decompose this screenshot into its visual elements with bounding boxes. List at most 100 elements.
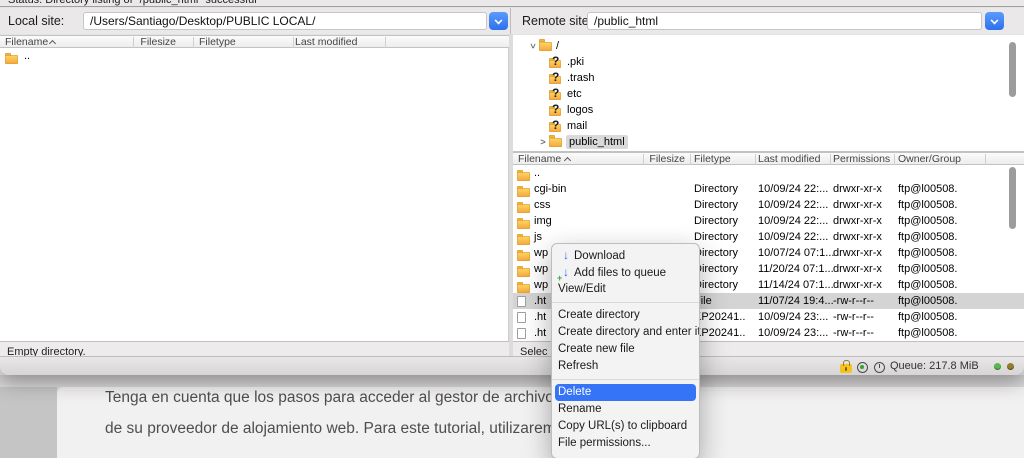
menu-separator xyxy=(552,302,699,303)
folder-icon xyxy=(549,76,561,84)
menu-item-label: Copy URL(s) to clipboard xyxy=(558,420,687,432)
tree-item-label: / xyxy=(556,39,559,53)
cell-filetype: KP20241.. xyxy=(694,309,745,325)
folder-row-..[interactable]: .. xyxy=(513,165,1024,181)
menu-item-label: Rename xyxy=(558,403,601,415)
folder-row-css[interactable]: cssDirectory10/09/24 22:...drwxr-xr-xftp… xyxy=(513,197,1024,213)
cell-modified: 10/09/24 22:... xyxy=(758,197,828,213)
tree-item-.trash[interactable]: >.trash xyxy=(513,70,1024,86)
cell-name: css xyxy=(534,197,551,213)
menu-item-file-permissions[interactable]: File permissions... xyxy=(552,435,699,452)
folder-row-img[interactable]: imgDirectory10/09/24 22:...drwxr-xr-xftp… xyxy=(513,213,1024,229)
chevron-right-icon[interactable]: > xyxy=(537,137,549,147)
cell-permissions: -rw-r--r-- xyxy=(833,293,874,309)
cell-name: .. xyxy=(534,165,540,181)
cell-modified: 10/07/24 07:1... xyxy=(758,245,834,261)
speed-limit-icon[interactable] xyxy=(874,362,885,373)
folder-question-icon xyxy=(549,104,563,116)
menu-item-label: Create directory xyxy=(558,309,640,321)
status-indicator-olive xyxy=(1007,363,1014,370)
chevron-down-icon xyxy=(494,16,502,24)
folder-icon xyxy=(549,60,561,68)
folder-icon xyxy=(517,268,530,277)
folder-icon xyxy=(517,220,530,229)
folder-row-..[interactable]: .. xyxy=(0,48,508,64)
folder-icon xyxy=(539,42,552,51)
cell-owner: ftp@l00508. xyxy=(898,325,958,341)
tree-item-etc[interactable]: >etc xyxy=(513,86,1024,102)
tree-item-/[interactable]: >/ xyxy=(513,38,1024,54)
cell-filetype: Directory xyxy=(694,181,738,197)
cell-owner: ftp@l00508. xyxy=(898,309,958,325)
lock-icon[interactable] xyxy=(840,364,852,373)
cell-modified: 10/09/24 22:... xyxy=(758,181,828,197)
tree-item-label: logos xyxy=(567,103,593,117)
file-icon xyxy=(517,296,526,307)
chevron-down-icon[interactable]: > xyxy=(528,40,538,52)
tree-item-public_html[interactable]: >public_html xyxy=(513,134,1024,150)
menu-item-refresh[interactable]: Refresh xyxy=(552,358,699,375)
sync-icon[interactable] xyxy=(857,362,868,373)
menu-item-rename[interactable]: Rename xyxy=(552,401,699,418)
menu-item-add-files-to-queue[interactable]: ↓+Add files to queue xyxy=(552,264,699,281)
sort-ascending-icon xyxy=(49,40,56,47)
cell-permissions: drwxr-xr-x xyxy=(833,213,882,229)
webpage-margin-block xyxy=(0,387,57,458)
download-icon: ↓ xyxy=(558,247,574,264)
remote-site-input[interactable]: /public_html xyxy=(587,12,982,30)
menu-item-create-directory-and-enter-it[interactable]: Create directory and enter it xyxy=(552,324,699,341)
cell-owner: ftp@l00508. xyxy=(898,261,958,277)
menu-item-copy-url-s-to-clipboard[interactable]: Copy URL(s) to clipboard xyxy=(552,418,699,435)
cell-filetype: KP20241.. xyxy=(694,325,745,341)
menu-item-delete[interactable]: Delete xyxy=(555,384,696,401)
toolbar-divider xyxy=(510,8,511,34)
cell-modified: 11/14/24 07:1... xyxy=(758,277,834,293)
menu-item-download[interactable]: ↓Download xyxy=(552,247,699,264)
menu-item-label: File permissions... xyxy=(558,437,651,449)
folder-icon xyxy=(549,138,562,147)
tree-item-label: .trash xyxy=(567,71,595,85)
menu-item-label: Refresh xyxy=(558,360,598,372)
remote-site-dropdown-button[interactable] xyxy=(985,12,1004,30)
tree-item-label: .pki xyxy=(567,55,584,69)
folder-icon xyxy=(5,55,18,64)
cell-owner: ftp@l00508. xyxy=(898,213,958,229)
list-scrollbar-thumb[interactable] xyxy=(1009,167,1016,229)
menu-item-label: Create new file xyxy=(558,343,635,355)
cell-filetype: Directory xyxy=(694,277,738,293)
cell-modified: 11/20/24 07:1... xyxy=(758,261,834,277)
local-site-input[interactable]: /Users/Santiago/Desktop/PUBLIC LOCAL/ xyxy=(83,12,487,30)
folder-question-icon xyxy=(549,56,563,68)
menu-item-create-new-file[interactable]: Create new file xyxy=(552,341,699,358)
folder-icon xyxy=(549,124,561,132)
folder-question-icon xyxy=(549,120,563,132)
cell-permissions: drwxr-xr-x xyxy=(833,197,882,213)
cell-modified: 10/09/24 23:... xyxy=(758,325,828,341)
filezilla-window: Status: Directory listing of "/public_ht… xyxy=(0,0,1024,375)
cell-owner: ftp@l00508. xyxy=(898,229,958,245)
cell-owner: ftp@l00508. xyxy=(898,293,958,309)
menu-item-view-edit[interactable]: View/Edit xyxy=(552,281,699,298)
tree-item-logos[interactable]: >logos xyxy=(513,102,1024,118)
local-site-dropdown-button[interactable] xyxy=(489,12,508,30)
menu-item-create-directory[interactable]: Create directory xyxy=(552,307,699,324)
cell-name: cgi-bin xyxy=(534,181,566,197)
tree-item-.pki[interactable]: >.pki xyxy=(513,54,1024,70)
cell-filetype: Directory xyxy=(694,245,738,261)
cell-name: .ht xyxy=(534,293,546,309)
tree-scrollbar-thumb[interactable] xyxy=(1009,42,1016,97)
site-toolbar: Local site: /Users/Santiago/Desktop/PUBL… xyxy=(0,8,1024,34)
cell-owner: ftp@l00508. xyxy=(898,181,958,197)
folder-icon xyxy=(517,252,530,261)
tree-item-mail[interactable]: >mail xyxy=(513,118,1024,134)
remote-site-label: Remote site: xyxy=(522,8,592,34)
cell-name: .ht xyxy=(534,309,546,325)
menu-item-label: Add files to queue xyxy=(574,267,666,279)
cell-name: js xyxy=(534,229,542,245)
folder-row-cgi-bin[interactable]: cgi-binDirectory10/09/24 22:...drwxr-xr-… xyxy=(513,181,1024,197)
add-to-queue-icon: ↓+ xyxy=(558,264,574,281)
cell-owner: ftp@l00508. xyxy=(898,245,958,261)
cell-owner: ftp@l00508. xyxy=(898,197,958,213)
cell-filetype: Directory xyxy=(694,229,738,245)
menu-item-label: Delete xyxy=(558,386,591,398)
